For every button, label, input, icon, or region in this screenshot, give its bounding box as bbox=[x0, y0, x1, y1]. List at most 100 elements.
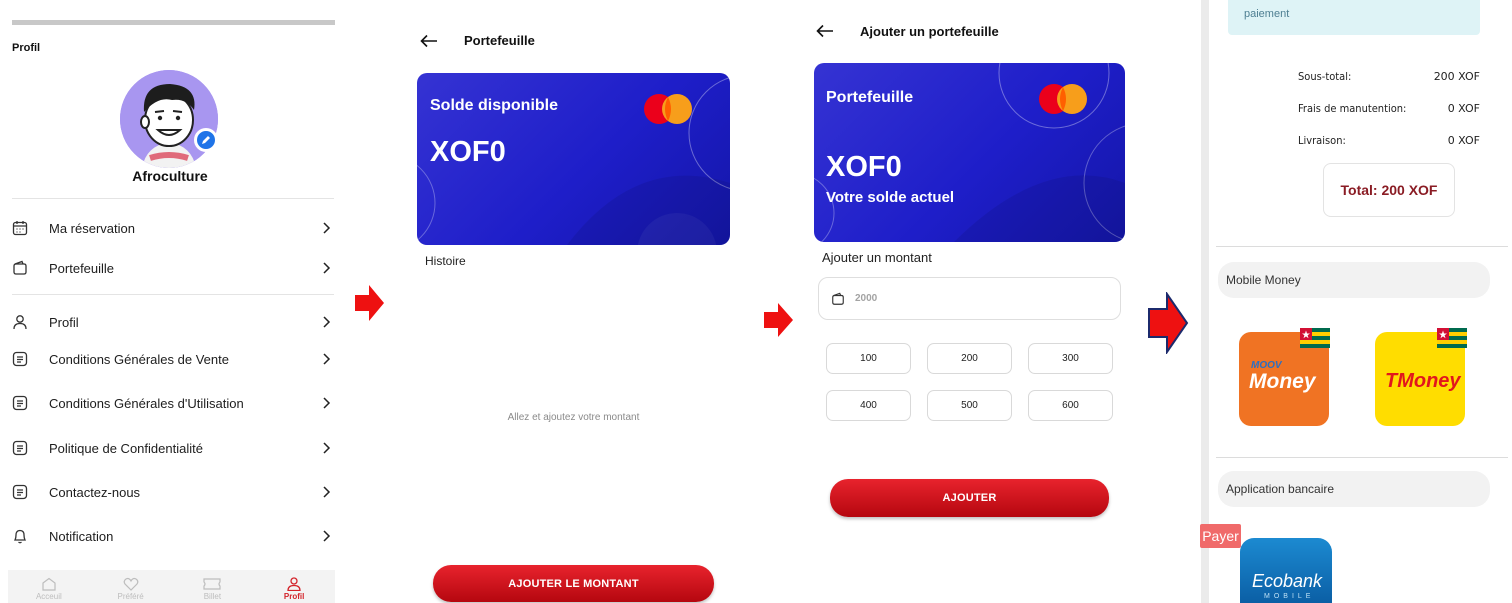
menu-item-label: Contactez-nous bbox=[49, 484, 141, 500]
document-icon bbox=[12, 344, 49, 374]
back-arrow-icon[interactable] bbox=[420, 34, 438, 48]
nav-label: Billet bbox=[203, 592, 222, 601]
status-bar bbox=[12, 20, 335, 25]
chevron-right-icon bbox=[323, 530, 331, 542]
pay-tag[interactable]: Payer bbox=[1200, 524, 1241, 548]
menu-item-label: Notification bbox=[49, 528, 114, 544]
nav-label: Préféré bbox=[117, 592, 144, 601]
add-button[interactable]: AJOUTER bbox=[830, 479, 1109, 517]
bank-app-section-header: Application bancaire bbox=[1218, 471, 1490, 507]
togo-flag-icon bbox=[1437, 328, 1467, 348]
document-icon bbox=[12, 477, 49, 507]
menu-item-label: Politique de Confidentialité bbox=[49, 440, 203, 456]
divider bbox=[12, 198, 334, 199]
handling-fee-value: 0 XOF bbox=[1447, 102, 1480, 115]
ecobank-logo: Ecobank bbox=[1252, 571, 1323, 591]
info-banner: paiement bbox=[1228, 0, 1480, 35]
avatar[interactable] bbox=[120, 70, 218, 168]
page-title: Portefeuille bbox=[464, 33, 535, 48]
moov-logo-bottom: Money bbox=[1249, 370, 1316, 393]
menu-item-cgv[interactable]: Conditions Générales de Vente bbox=[12, 344, 334, 374]
home-icon bbox=[42, 577, 56, 591]
page-title: Profil bbox=[12, 42, 41, 54]
card-subtitle: Votre solde actuel bbox=[826, 189, 955, 206]
nav-home[interactable]: Acceuil bbox=[8, 570, 90, 603]
amount-chip[interactable]: 300 bbox=[1028, 343, 1113, 374]
user-name: Afroculture bbox=[132, 168, 208, 184]
chevron-right-icon bbox=[323, 486, 331, 498]
user-icon bbox=[12, 307, 49, 337]
empty-state-message: Allez et ajoutez votre montant bbox=[507, 412, 640, 423]
delivery-value: 0 XOF bbox=[1447, 134, 1480, 147]
card-title: Solde disponible bbox=[430, 97, 559, 114]
ticket-icon bbox=[203, 578, 221, 590]
menu-item-label: Conditions Générales d'Utilisation bbox=[49, 395, 244, 411]
edit-avatar-button[interactable] bbox=[194, 128, 218, 152]
menu-item-label: Profil bbox=[49, 314, 79, 330]
wallet-icon bbox=[832, 292, 844, 305]
menu-item-cgu[interactable]: Conditions Générales d'Utilisation bbox=[12, 388, 334, 418]
panel-divider bbox=[1201, 0, 1209, 603]
document-icon bbox=[12, 433, 49, 463]
ecobank-logo-sub: MOBILE bbox=[1264, 593, 1315, 600]
wallet-icon bbox=[12, 253, 49, 283]
flow-arrow-icon bbox=[764, 303, 793, 337]
divider bbox=[1216, 457, 1508, 458]
chevron-right-icon bbox=[323, 222, 331, 234]
card-title: Portefeuille bbox=[826, 89, 914, 106]
heart-icon bbox=[123, 577, 139, 591]
total-box: Total: 200 XOF bbox=[1323, 163, 1455, 217]
nav-ticket[interactable]: Billet bbox=[172, 570, 254, 603]
nav-label: Profil bbox=[283, 592, 305, 601]
nav-label: Acceuil bbox=[35, 592, 62, 601]
back-arrow-icon[interactable] bbox=[816, 24, 834, 38]
menu-item-profile[interactable]: Profil bbox=[12, 307, 334, 337]
handling-fee-label: Frais de manutention: bbox=[1298, 102, 1407, 115]
amount-chip[interactable]: 500 bbox=[927, 390, 1012, 421]
balance-card: Solde disponible XOF0 bbox=[417, 73, 730, 245]
amount-chip[interactable]: 400 bbox=[826, 390, 911, 421]
flow-arrow-icon bbox=[355, 285, 384, 321]
menu-item-notification[interactable]: Notification bbox=[12, 521, 334, 551]
nav-profile[interactable]: Profil bbox=[253, 570, 335, 603]
amount-input[interactable]: 2000 bbox=[818, 277, 1121, 320]
calendar-icon bbox=[12, 213, 49, 243]
delivery-label: Livraison: bbox=[1298, 134, 1346, 147]
amount-placeholder: 2000 bbox=[855, 293, 878, 304]
amount-label: Ajouter un montant bbox=[822, 250, 932, 265]
avatar-illustration bbox=[120, 70, 218, 168]
bottom-nav: Acceuil Préféré Billet Profil bbox=[8, 570, 335, 603]
user-icon bbox=[287, 577, 301, 591]
menu-item-privacy[interactable]: Politique de Confidentialité bbox=[12, 433, 334, 463]
mastercard-icon bbox=[1039, 84, 1087, 114]
tmoney-logo: TMoney bbox=[1385, 370, 1461, 392]
chevron-right-icon bbox=[323, 262, 331, 274]
divider bbox=[1216, 246, 1508, 247]
document-icon bbox=[12, 388, 49, 418]
menu-item-label: Ma réservation bbox=[49, 220, 135, 236]
chevron-right-icon bbox=[323, 442, 331, 454]
mastercard-icon bbox=[644, 94, 692, 124]
add-amount-button[interactable]: AJOUTER LE MONTANT bbox=[433, 565, 714, 602]
chevron-right-icon bbox=[323, 316, 331, 328]
amount-chip[interactable]: 100 bbox=[826, 343, 911, 374]
nav-favorites[interactable]: Préféré bbox=[90, 570, 172, 603]
ecobank-option[interactable]: Ecobank MOBILE bbox=[1240, 538, 1332, 603]
menu-item-reservation[interactable]: Ma réservation bbox=[12, 213, 334, 243]
chevron-right-icon bbox=[323, 397, 331, 409]
history-label: Histoire bbox=[425, 254, 466, 268]
mobile-money-section-header: Mobile Money bbox=[1218, 262, 1490, 298]
menu-item-label: Conditions Générales de Vente bbox=[49, 351, 229, 367]
bell-icon bbox=[12, 521, 49, 551]
menu-item-contact[interactable]: Contactez-nous bbox=[12, 477, 334, 507]
subtotal-value: 200 XOF bbox=[1433, 70, 1480, 83]
flow-arrow-icon bbox=[1148, 292, 1189, 354]
amount-chip[interactable]: 600 bbox=[1028, 390, 1113, 421]
menu-item-wallet[interactable]: Portefeuille bbox=[12, 253, 334, 283]
subtotal-label: Sous-total: bbox=[1298, 70, 1352, 83]
page-title: Ajouter un portefeuille bbox=[860, 24, 999, 39]
card-amount: XOF0 bbox=[826, 151, 902, 183]
chevron-right-icon bbox=[323, 353, 331, 365]
amount-chip[interactable]: 200 bbox=[927, 343, 1012, 374]
divider bbox=[12, 294, 334, 295]
